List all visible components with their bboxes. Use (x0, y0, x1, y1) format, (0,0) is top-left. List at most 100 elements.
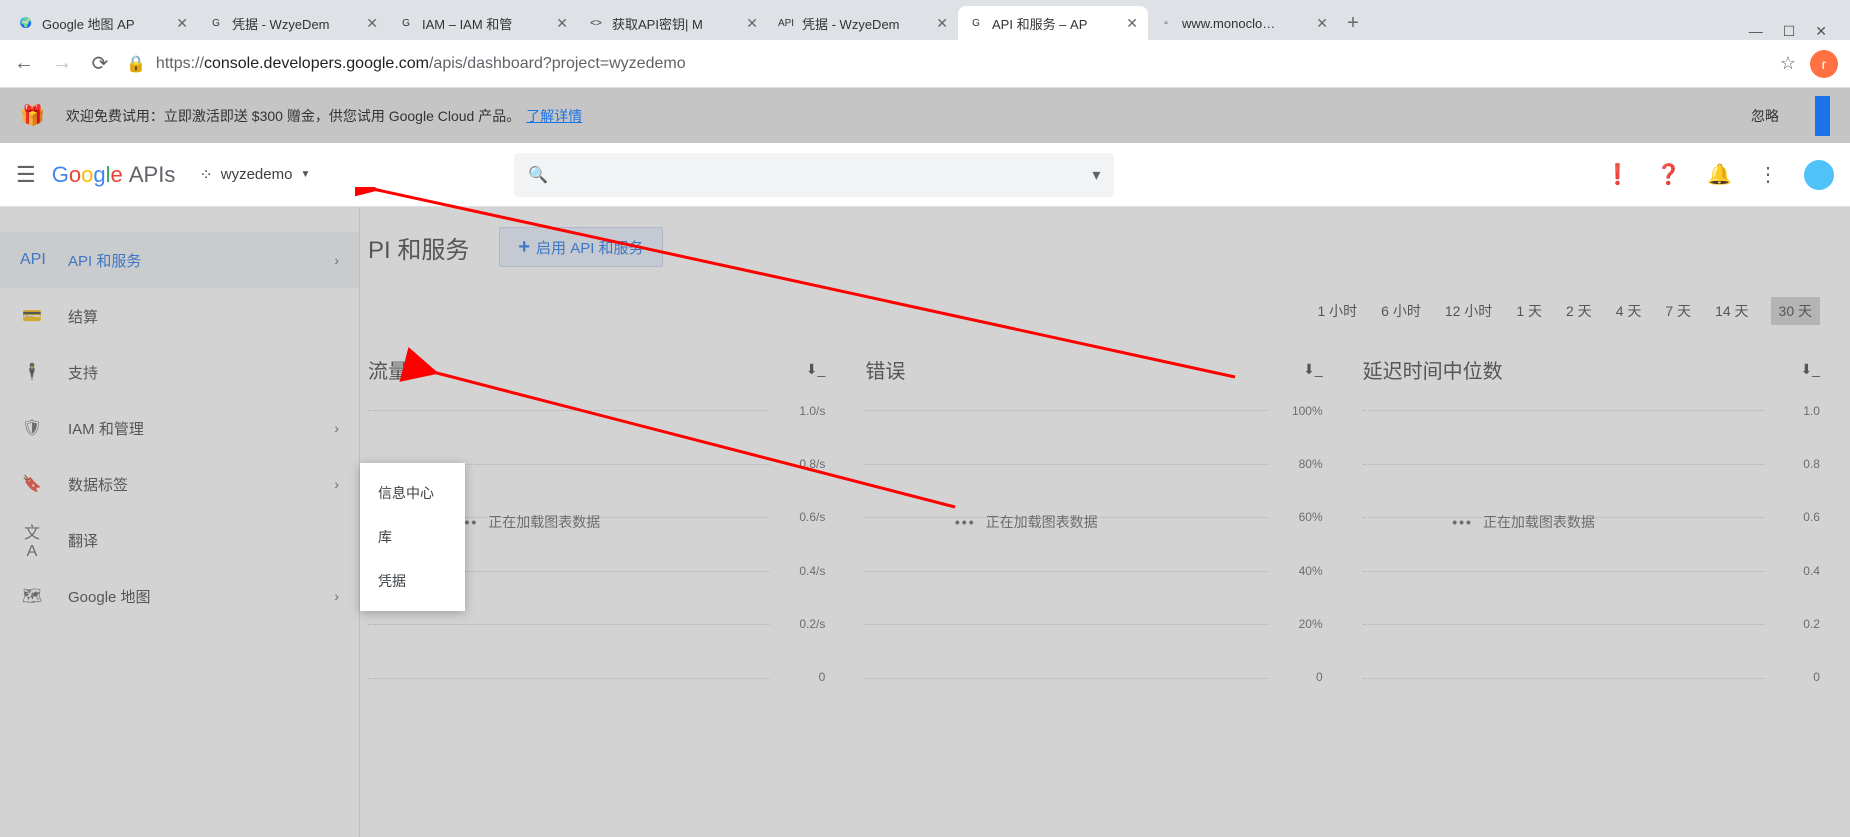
free-trial-banner: 🎁 欢迎免费试用：立即激活即送 $300 赠金，供您试用 Google Clou… (0, 88, 1850, 143)
main-content: PI 和服务 + 启用 API 和服务 1 小时6 小时12 小时1 天2 天4… (360, 207, 1850, 837)
search-input[interactable] (558, 166, 1082, 183)
time-range-option[interactable]: 30 天 (1771, 297, 1820, 325)
enable-apis-button[interactable]: + 启用 API 和服务 (499, 227, 662, 267)
time-range-option[interactable]: 1 小时 (1315, 297, 1359, 325)
sidebar-item-label: 翻译 (68, 530, 339, 551)
window-maximize[interactable]: ☐ (1783, 23, 1796, 40)
y-axis-ticks: 1.0/s0.8/s0.6/s0.4/s0.2/s0 (775, 404, 825, 684)
submenu-item[interactable]: 凭据 (360, 559, 465, 603)
activate-button-edge[interactable] (1815, 96, 1830, 136)
submenu-item[interactable]: 信息中心 (360, 471, 465, 515)
tab-title: Google 地图 AP (42, 14, 168, 33)
sidebar-item[interactable]: 🕴支持 (0, 344, 359, 400)
sidebar-icon: 💳 (20, 306, 44, 326)
tab-close-icon[interactable]: ✕ (176, 15, 188, 32)
tab-close-icon[interactable]: ✕ (936, 15, 948, 32)
sidebar-item-label: 数据标签 (68, 474, 310, 495)
profile-avatar[interactable]: r (1810, 50, 1838, 78)
time-range-option[interactable]: 12 小时 (1443, 297, 1494, 325)
chevron-down-icon: ▼ (300, 169, 310, 180)
forward-button[interactable]: → (50, 52, 74, 75)
download-icon[interactable]: ⬇_ (806, 361, 826, 378)
sidebar-item-label: API 和服务 (68, 250, 310, 271)
hamburger-icon[interactable]: ☰ (16, 162, 36, 188)
sidebar-item[interactable]: 文A 翻译 (0, 512, 359, 568)
browser-tab[interactable]: API凭据 - WzyeDem✕ (768, 6, 958, 40)
learn-more-link[interactable]: 了解详情 (526, 106, 582, 126)
time-range-option[interactable]: 1 天 (1514, 297, 1544, 325)
chevron-right-icon: › (334, 476, 339, 492)
sidebar-icon: 🔖 (20, 474, 44, 494)
tab-favicon: 🌍 (18, 15, 34, 31)
more-icon[interactable]: ⋮ (1758, 162, 1778, 187)
lock-icon: 🔒 (126, 54, 146, 74)
tab-close-icon[interactable]: ✕ (1316, 15, 1328, 32)
help-icon[interactable]: ❓ (1656, 162, 1681, 187)
dismiss-button[interactable]: 忽略 (1751, 106, 1779, 126)
download-icon[interactable]: ⬇_ (1303, 361, 1323, 378)
reload-button[interactable]: ⟳ (88, 51, 112, 76)
chart-title: 流量 (368, 355, 408, 384)
time-range-option[interactable]: 6 小时 (1379, 297, 1423, 325)
back-button[interactable]: ← (12, 52, 36, 75)
sidebar-icon: 🛡 (20, 418, 44, 438)
chevron-right-icon: › (334, 252, 339, 268)
notifications-icon[interactable]: 🔔 (1707, 162, 1732, 187)
plus-icon: + (518, 236, 530, 259)
sidebar-item-label: 支持 (68, 362, 339, 383)
search-dropdown-icon[interactable]: ▾ (1092, 165, 1100, 185)
tab-close-icon[interactable]: ✕ (366, 15, 378, 32)
account-icon[interactable] (1804, 160, 1834, 190)
browser-tab[interactable]: G凭据 - WzyeDem✕ (198, 6, 388, 40)
tab-close-icon[interactable]: ✕ (556, 15, 568, 32)
google-apis-logo[interactable]: Google APIs (52, 162, 176, 188)
tab-favicon: G (968, 15, 984, 31)
sidebar-item[interactable]: 🔖 数据标签 › (0, 456, 359, 512)
sidebar-item-label: Google 地图 (68, 586, 310, 607)
tab-title: www.monoclo… (1182, 16, 1308, 31)
project-name: wyzedemo (221, 166, 293, 183)
chart-panel: 错误 ⬇_ •••正在加载图表数据 100%80%60%40%20%0 (865, 355, 1322, 684)
time-range-option[interactable]: 14 天 (1713, 297, 1750, 325)
browser-tab[interactable]: GAPI 和服务 – AP✕ (958, 6, 1148, 40)
window-controls: — ☐ ✕ (1734, 23, 1842, 40)
chevron-right-icon: › (334, 420, 339, 436)
time-range-option[interactable]: 7 天 (1663, 297, 1693, 325)
sidebar-item[interactable]: 💳结算 (0, 288, 359, 344)
browser-tab[interactable]: ▫www.monoclo…✕ (1148, 6, 1338, 40)
api-services-submenu: 信息中心库凭据 (360, 463, 465, 611)
tab-title: IAM – IAM 和管 (422, 14, 548, 33)
sidebar-item[interactable]: API API 和服务 › (0, 232, 359, 288)
tab-close-icon[interactable]: ✕ (1126, 15, 1138, 32)
sidebar-icon: 文A (20, 519, 44, 561)
time-range-option[interactable]: 2 天 (1564, 297, 1594, 325)
cloud-shell-icon[interactable]: ❗ (1605, 162, 1630, 187)
chart-area: •••正在加载图表数据 1.00.80.60.40.20 (1363, 404, 1820, 684)
sidebar-icon: API (20, 251, 44, 269)
time-range-option[interactable]: 4 天 (1614, 297, 1644, 325)
sidebar-icon: 🗺 (20, 586, 44, 606)
browser-tab[interactable]: GIAM – IAM 和管✕ (388, 6, 578, 40)
url-input[interactable]: 🔒 https://console.developers.google.com/… (126, 54, 1766, 74)
chart-loading: •••正在加载图表数据 (955, 512, 1098, 532)
project-picker[interactable]: ⁘ wyzedemo ▼ (191, 165, 318, 185)
new-tab-button[interactable]: + (1338, 6, 1368, 40)
tab-title: 凭据 - WzyeDem (802, 14, 928, 33)
window-close[interactable]: ✕ (1815, 23, 1827, 40)
browser-tab[interactable]: 🌍 Google 地图 AP ✕ (8, 6, 198, 40)
bookmark-star-icon[interactable]: ☆ (1780, 53, 1796, 74)
chart-loading: •••正在加载图表数据 (1452, 512, 1595, 532)
download-icon[interactable]: ⬇_ (1800, 361, 1820, 378)
tab-close-icon[interactable]: ✕ (746, 15, 758, 32)
time-range-selector: 1 小时 6 小时 12 小时 1 天 2 天 4 天 7 天 14 天 30 天 (360, 297, 1820, 325)
search-box[interactable]: 🔍 ▾ (514, 153, 1114, 197)
y-axis-ticks: 100%80%60%40%20%0 (1273, 404, 1323, 684)
chart-panel: 延迟时间中位数 ⬇_ •••正在加载图表数据 1.00.80.60.40.20 (1363, 355, 1820, 684)
submenu-item[interactable]: 库 (360, 515, 465, 559)
chart-title: 错误 (865, 355, 905, 384)
sidebar-item[interactable]: 🛡IAM 和管理› (0, 400, 359, 456)
window-minimize[interactable]: — (1749, 23, 1763, 40)
browser-address-bar: ← → ⟳ 🔒 https://console.developers.googl… (0, 40, 1850, 88)
browser-tab[interactable]: <>获取API密钥| M✕ (578, 6, 768, 40)
sidebar-item[interactable]: 🗺Google 地图› (0, 568, 359, 624)
